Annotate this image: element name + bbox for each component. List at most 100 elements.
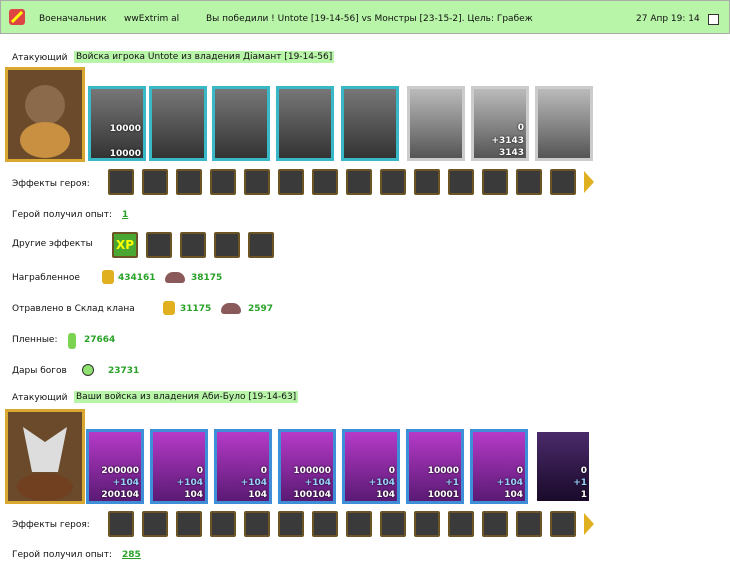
gold-icon xyxy=(163,301,175,315)
hero-effect-icon[interactable] xyxy=(142,169,168,195)
battle-datetime: 27 Апр 19: 14 xyxy=(636,14,700,24)
exp-value-2[interactable]: 285 xyxy=(122,550,141,560)
unit-mid: +104 xyxy=(368,478,395,488)
captives-value: 27664 xyxy=(84,335,116,345)
unit-bottom: 104 xyxy=(248,490,267,500)
game-logo-icon xyxy=(7,7,27,27)
hero-effect-icon[interactable] xyxy=(482,169,508,195)
unit-mid: +1 xyxy=(445,478,459,488)
unit-card[interactable] xyxy=(149,86,207,161)
clan-gold-value: 31175 xyxy=(180,304,212,314)
hero-effect-icon[interactable] xyxy=(448,511,474,537)
unit-card[interactable] xyxy=(407,86,465,161)
hero-effect-icon[interactable] xyxy=(210,169,236,195)
hero-effect-icon[interactable] xyxy=(210,511,236,537)
unit-top: 100000 xyxy=(293,466,331,476)
hero-effect-icon[interactable] xyxy=(346,169,372,195)
unit-top: 0 xyxy=(260,466,267,476)
ore-icon xyxy=(165,272,185,283)
hero-effect-icon[interactable] xyxy=(448,169,474,195)
exp-value-1[interactable]: 1 xyxy=(122,210,128,220)
unit-card[interactable]: 10000 10000 xyxy=(88,86,146,161)
unit-card[interactable]: 100000 +104 100104 xyxy=(278,429,336,504)
player-rank: Военачальник xyxy=(39,14,107,24)
army-title-2: Ваши войска из владения Аби-Було [19-14-… xyxy=(74,391,299,403)
unit-mid: +104 xyxy=(112,478,139,488)
hero-effect-icon[interactable] xyxy=(244,511,270,537)
other-effects-label: Другие эффекты xyxy=(12,239,93,249)
unit-top: 200000 xyxy=(101,466,139,476)
hero-effect-icon[interactable] xyxy=(312,511,338,537)
scroll-right-arrow-icon[interactable] xyxy=(584,171,594,193)
unit-card[interactable] xyxy=(535,86,593,161)
unit-top: 0 xyxy=(516,466,523,476)
hero-effect-icon[interactable] xyxy=(176,169,202,195)
unit-bottom: 200104 xyxy=(101,490,139,500)
attacker-label-2: Атакующий xyxy=(12,393,68,403)
unit-mid: +104 xyxy=(304,478,331,488)
hero-effect-icon[interactable] xyxy=(550,511,576,537)
unit-card[interactable] xyxy=(341,86,399,161)
hero-effect-icon[interactable] xyxy=(516,169,542,195)
clan-storage-label: Отравлено в Склад клана xyxy=(12,304,135,314)
hero-effect-icon[interactable] xyxy=(312,169,338,195)
unit-card[interactable] xyxy=(212,86,270,161)
gifts-value: 23731 xyxy=(108,366,140,376)
hero-effect-icon[interactable] xyxy=(176,511,202,537)
hero-effects-label-2: Эффекты героя: xyxy=(12,520,90,530)
other-effect-icon[interactable] xyxy=(146,232,172,258)
unit-card[interactable]: 0 +3143 3143 xyxy=(471,86,529,161)
hero-effect-icon[interactable] xyxy=(108,169,134,195)
unit-card[interactable]: 0 +104 104 xyxy=(150,429,208,504)
hero-effect-icon[interactable] xyxy=(380,169,406,195)
unit-top: 10000 xyxy=(427,466,459,476)
unit-card[interactable] xyxy=(276,86,334,161)
unit-top: 0 xyxy=(580,466,587,476)
unit-card[interactable]: 0 +1 1 xyxy=(534,429,592,504)
battle-result-message: Вы победили ! Untote [19-14-56] vs Монст… xyxy=(206,14,533,24)
hero-effect-icon[interactable] xyxy=(278,511,304,537)
hero-effect-icon[interactable] xyxy=(516,511,542,537)
scroll-right-arrow-icon[interactable] xyxy=(584,513,594,535)
unit-mid: 10000 xyxy=(109,124,141,134)
hero-effect-icon[interactable] xyxy=(108,511,134,537)
hero-portrait-1[interactable] xyxy=(5,67,85,162)
unit-card[interactable]: 0 +104 104 xyxy=(342,429,400,504)
unit-mid: +1 xyxy=(573,478,587,488)
loot-gold-value: 434161 xyxy=(118,273,156,283)
other-effect-icon[interactable] xyxy=(214,232,240,258)
hero-effect-icon[interactable] xyxy=(482,511,508,537)
other-effect-icon[interactable] xyxy=(248,232,274,258)
xp-effect-icon[interactable]: XP xyxy=(112,232,138,258)
unit-bottom: 104 xyxy=(184,490,203,500)
hero-effect-icon[interactable] xyxy=(346,511,372,537)
player-name[interactable]: wwExtrim al xyxy=(124,14,179,24)
captives-label: Пленные: xyxy=(12,335,58,345)
clan-ore-value: 2597 xyxy=(248,304,274,314)
hero-effects-label-1: Эффекты героя: xyxy=(12,179,90,189)
hero-effect-icon[interactable] xyxy=(244,169,270,195)
unit-bottom: 1 xyxy=(580,490,587,500)
hero-effect-icon[interactable] xyxy=(550,169,576,195)
select-checkbox[interactable] xyxy=(708,14,719,25)
unit-bottom: 10000 xyxy=(109,149,141,159)
hero-effect-icon[interactable] xyxy=(278,169,304,195)
hero-effect-icon[interactable] xyxy=(380,511,406,537)
hero-effect-icon[interactable] xyxy=(414,169,440,195)
unit-bottom: 100104 xyxy=(293,490,331,500)
unit-top: 0 xyxy=(388,466,395,476)
loot-label: Награбленное xyxy=(12,273,80,283)
unit-card[interactable]: 0 +104 104 xyxy=(214,429,272,504)
unit-card[interactable]: 10000 +1 10001 xyxy=(406,429,464,504)
hero-portrait-2[interactable] xyxy=(5,409,85,504)
unit-bottom: 104 xyxy=(376,490,395,500)
unit-bottom: 3143 xyxy=(498,148,524,158)
other-effect-icon[interactable] xyxy=(180,232,206,258)
top-bar: Военачальник wwExtrim al Вы победили ! U… xyxy=(0,0,730,34)
unit-card[interactable]: 0 +104 104 xyxy=(470,429,528,504)
exp-label-2: Герой получил опыт: xyxy=(12,550,112,560)
hero-effect-icon[interactable] xyxy=(142,511,168,537)
hero-effect-icon[interactable] xyxy=(414,511,440,537)
unit-card[interactable]: 200000 +104 200104 xyxy=(86,429,144,504)
gifts-label: Дары богов xyxy=(12,366,67,376)
